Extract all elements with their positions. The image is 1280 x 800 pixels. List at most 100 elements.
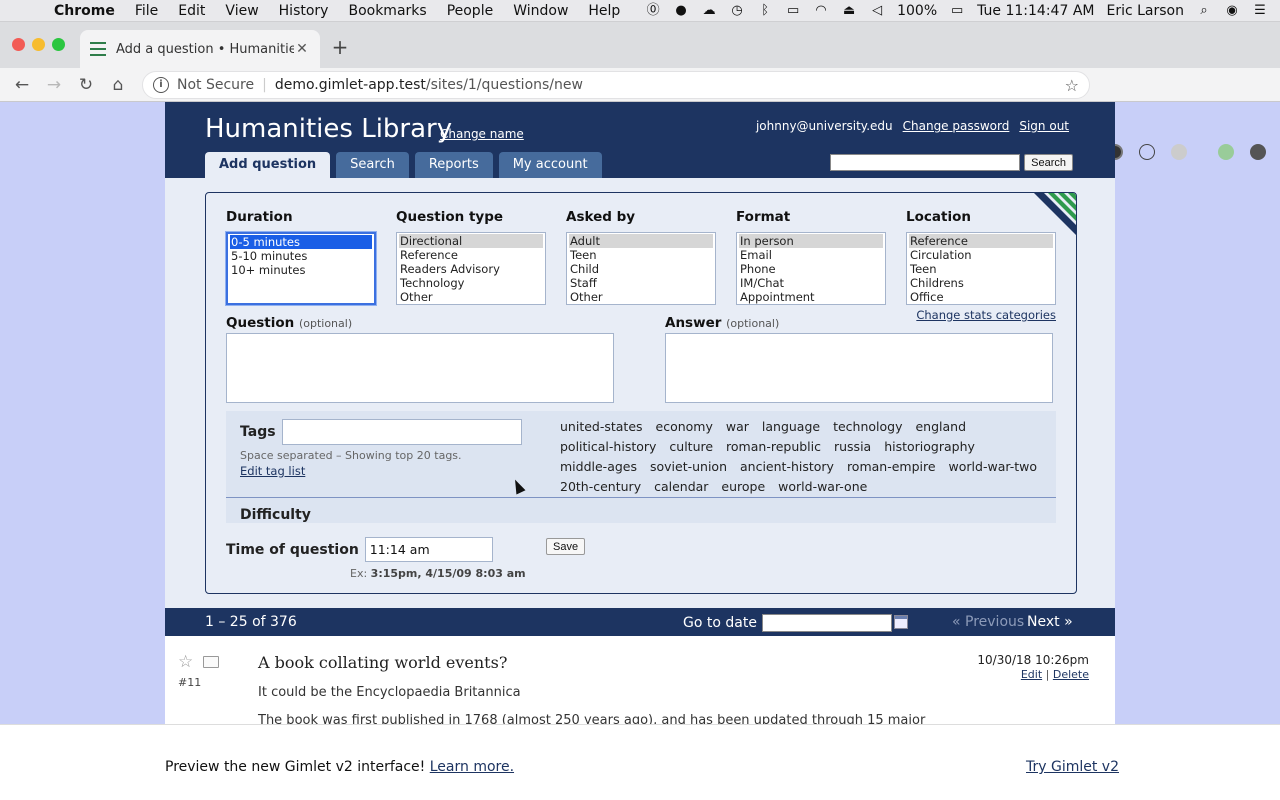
option[interactable]: Other [569,290,713,304]
option[interactable]: Other [399,290,543,304]
forward-icon[interactable]: → [38,75,70,95]
back-icon[interactable]: ← [6,75,38,95]
tag-item[interactable]: political-history [560,437,656,457]
tag-item[interactable]: middle-ages [560,457,637,477]
spotlight-search-icon[interactable]: ⌕ [1196,3,1212,18]
close-window-icon[interactable] [12,38,25,51]
notification-center-icon[interactable]: ☰ [1252,3,1268,18]
new-tab-icon[interactable]: + [330,36,350,58]
tag-item[interactable]: world-war-two [949,457,1037,477]
tab-my-account[interactable]: My account [498,152,602,178]
tag-item[interactable]: roman-republic [726,437,821,457]
option[interactable]: 5-10 minutes [230,249,372,263]
password-extension-icon[interactable] [1139,144,1155,160]
save-button[interactable]: Save [546,538,586,555]
menu-app-chrome[interactable]: Chrome [44,3,125,19]
bluetooth-icon[interactable]: ᛒ [757,3,773,18]
volume-icon[interactable]: ◁ [869,3,885,18]
tag-item[interactable]: technology [833,417,902,437]
menu-help[interactable]: Help [578,3,630,19]
option[interactable]: Appointment [739,290,883,304]
wifi-icon[interactable]: ◠ [813,3,829,18]
siri-icon[interactable]: ◉ [1224,3,1240,18]
tag-item[interactable]: russia [834,437,871,457]
option[interactable]: Readers Advisory [399,262,543,276]
next-page-link[interactable]: Next » [1027,614,1073,630]
tag-item[interactable]: 20th-century [560,477,641,497]
browser-tab[interactable]: Add a question • Humanities Library ✕ [80,30,320,68]
airplay-icon[interactable]: ▭ [785,3,801,18]
cloud-icon[interactable]: ☁ [701,3,717,18]
tag-item[interactable]: war [726,417,749,437]
menu-history[interactable]: History [269,3,339,19]
extension-grey-icon[interactable] [1171,144,1187,160]
option[interactable]: Circulation [909,248,1053,262]
evernote-icon[interactable]: ● [673,3,689,18]
option[interactable]: Phone [739,262,883,276]
tag-item[interactable]: world-war-one [778,477,867,497]
option[interactable]: Childrens [909,276,1053,290]
user-name[interactable]: Eric Larson [1106,3,1184,19]
profile-avatar-icon[interactable] [1218,144,1234,160]
menu-file[interactable]: File [125,3,168,19]
tag-item[interactable]: soviet-union [650,457,727,477]
sign-out-link[interactable]: Sign out [1019,119,1069,133]
question-textarea[interactable] [226,333,614,403]
tag-item[interactable]: economy [656,417,713,437]
calendar-icon[interactable] [894,615,908,629]
delete-link[interactable]: Delete [1053,668,1089,681]
minimize-window-icon[interactable] [32,38,45,51]
duration-select[interactable]: 0-5 minutes 5-10 minutes 10+ minutes [226,232,376,305]
tag-item[interactable]: ancient-history [740,457,834,477]
menu-view[interactable]: View [215,3,268,19]
tab-add-question[interactable]: Add question [205,152,331,178]
option[interactable]: Email [739,248,883,262]
menu-bookmarks[interactable]: Bookmarks [338,3,436,19]
home-icon[interactable]: ⌂ [102,75,134,95]
bookmark-star-icon[interactable]: ☆ [1065,76,1079,95]
option[interactable]: Adult [569,234,713,248]
try-gimlet-v2-link[interactable]: Try Gimlet v2 [1026,759,1119,775]
battery-icon[interactable]: ▭ [949,3,965,18]
question-type-select[interactable]: Directional Reference Readers Advisory T… [396,232,546,305]
star-icon[interactable]: ☆ [178,652,193,672]
menu-people[interactable]: People [437,3,504,19]
tag-item[interactable]: culture [669,437,713,457]
change-name-link[interactable]: Change name [440,127,524,141]
update-icon[interactable] [1250,144,1266,160]
option[interactable]: In person [739,234,883,248]
time-machine-icon[interactable]: ◷ [729,3,745,18]
tag-item[interactable]: europe [721,477,765,497]
password-manager-icon[interactable]: ⓪ [645,3,661,18]
change-password-link[interactable]: Change password [903,119,1010,133]
header-search-button[interactable]: Search [1024,154,1073,171]
option[interactable]: Directional [399,234,543,248]
menu-window[interactable]: Window [503,3,578,19]
option[interactable]: Child [569,262,713,276]
option[interactable]: Teen [569,248,713,262]
option[interactable]: Reference [399,248,543,262]
option[interactable]: Office [909,290,1053,304]
menu-edit[interactable]: Edit [168,3,215,19]
learn-more-link[interactable]: Learn more. [430,759,514,775]
option[interactable]: Teen [909,262,1053,276]
clock[interactable]: Tue 11:14:47 AM [977,3,1094,19]
tags-input[interactable] [281,419,522,445]
tag-item[interactable]: calendar [654,477,708,497]
tag-item[interactable]: roman-empire [847,457,936,477]
asked-by-select[interactable]: Adult Teen Child Staff Other [566,232,716,305]
reply-icon[interactable] [203,656,219,668]
tag-item[interactable]: united-states [560,417,643,437]
answer-textarea[interactable] [665,333,1053,403]
tab-reports[interactable]: Reports [414,152,493,178]
option[interactable]: Reference [909,234,1053,248]
close-tab-icon[interactable]: ✕ [294,41,310,57]
option[interactable]: Technology [399,276,543,290]
edit-tag-list-link[interactable]: Edit tag list [240,464,305,478]
option[interactable]: IM/Chat [739,276,883,290]
time-input[interactable] [364,537,493,562]
difficulty-label[interactable]: Difficulty [240,507,311,523]
header-search-input[interactable] [830,154,1021,171]
location-select[interactable]: Reference Circulation Teen Childrens Off… [906,232,1056,305]
go-to-date-input[interactable] [762,614,892,632]
